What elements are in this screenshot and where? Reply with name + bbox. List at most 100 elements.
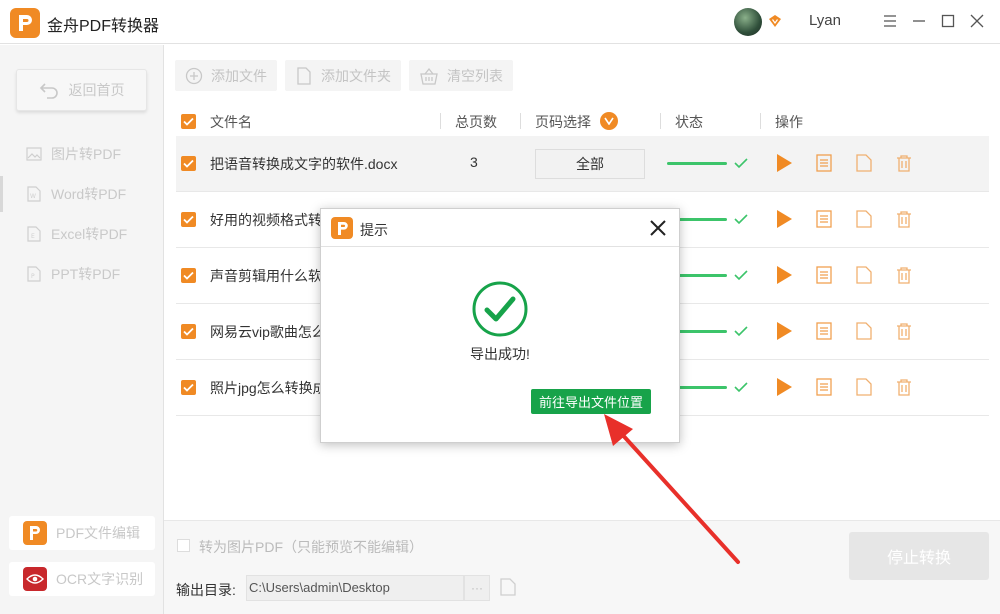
progress-bar (667, 162, 727, 165)
sidebar-item-ppt-to-pdf[interactable]: P PPT转PDF (0, 254, 164, 294)
header-divider (520, 113, 521, 129)
header-divider (760, 113, 761, 129)
document-icon[interactable] (813, 264, 835, 286)
success-message: 导出成功! (470, 346, 530, 362)
header-page-select: 页码选择 (535, 114, 591, 130)
header-file-name: 文件名 (210, 114, 252, 130)
back-home-label: 返回首页 (68, 82, 125, 98)
maximize-icon[interactable] (939, 12, 957, 30)
minimize-icon[interactable] (910, 12, 928, 30)
play-icon[interactable] (773, 264, 795, 286)
stop-convert-button[interactable]: 停止转换 (849, 532, 989, 580)
play-icon[interactable] (773, 376, 795, 398)
play-icon[interactable] (773, 320, 795, 342)
document-icon[interactable] (813, 208, 835, 230)
sidebar-item-word-to-pdf[interactable]: W Word转PDF (0, 174, 164, 214)
file-icon[interactable] (853, 152, 875, 174)
table-header: 文件名 总页数 页码选择 状态 操作 (164, 106, 1000, 136)
done-check-icon (734, 156, 748, 172)
total-pages: 3 (470, 154, 478, 170)
basket-icon (420, 67, 438, 85)
file-icon[interactable] (853, 376, 875, 398)
row-checkbox[interactable] (181, 212, 196, 227)
add-folder-button[interactable]: 添加文件夹 (285, 60, 401, 91)
footer-panel: 转为图片PDF（只能预览不能编辑） 输出目录: C:\Users\admin\D… (164, 520, 1000, 614)
ocr-label: OCR文字识别 (56, 571, 144, 587)
output-path-field[interactable]: C:\Users\admin\Desktop (246, 575, 464, 601)
file-icon (297, 66, 311, 85)
add-circle-icon (185, 67, 203, 84)
sidebar: 返回首页 图片转PDF W Word转PDF E Excel转PDF P PPT… (0, 45, 164, 614)
pdf-edit-icon (23, 521, 47, 545)
clear-list-button[interactable]: 清空列表 (409, 60, 513, 91)
word-icon: W (26, 186, 42, 202)
dialog-header: 提示 (321, 209, 679, 247)
file-name: 声音剪辑用什么软 (210, 268, 322, 284)
username[interactable]: Lyan (809, 12, 841, 29)
row-checkbox[interactable] (181, 324, 196, 339)
row-checkbox[interactable] (181, 268, 196, 283)
header-actions: 操作 (775, 114, 803, 130)
sidebar-item-label: PPT转PDF (51, 266, 121, 282)
excel-icon: E (26, 226, 42, 242)
clear-list-label: 清空列表 (447, 67, 503, 84)
header-total-pages: 总页数 (455, 114, 497, 130)
header-status: 状态 (675, 114, 703, 130)
file-icon[interactable] (853, 320, 875, 342)
image-pdf-label: 转为图片PDF（只能预览不能编辑） (199, 539, 423, 555)
svg-text:E: E (31, 233, 35, 240)
trash-icon[interactable] (893, 264, 915, 286)
avatar[interactable] (734, 8, 762, 36)
done-check-icon (734, 212, 748, 228)
play-icon[interactable] (773, 208, 795, 230)
add-folder-label: 添加文件夹 (321, 67, 391, 84)
play-icon[interactable] (773, 152, 795, 174)
done-check-icon (734, 324, 748, 340)
add-file-button[interactable]: 添加文件 (175, 60, 277, 91)
document-icon[interactable] (813, 376, 835, 398)
file-icon[interactable] (853, 208, 875, 230)
app-logo-icon (331, 217, 353, 239)
dialog-close-icon[interactable] (649, 219, 667, 237)
trash-icon[interactable] (893, 208, 915, 230)
browse-button[interactable]: ··· (464, 575, 490, 601)
success-check-icon (472, 281, 528, 337)
document-icon[interactable] (813, 152, 835, 174)
open-folder-icon[interactable] (499, 578, 517, 599)
pdf-edit-label: PDF文件编辑 (56, 525, 140, 541)
row-checkbox[interactable] (181, 380, 196, 395)
done-check-icon (734, 268, 748, 284)
back-home-button[interactable]: 返回首页 (16, 69, 147, 111)
menu-icon[interactable] (881, 12, 899, 30)
vip-badge-icon (768, 14, 782, 28)
app-logo-icon (10, 8, 40, 38)
close-icon[interactable] (968, 12, 986, 30)
trash-icon[interactable] (893, 320, 915, 342)
add-file-label: 添加文件 (211, 67, 267, 84)
file-icon[interactable] (853, 264, 875, 286)
pdf-edit-button[interactable]: PDF文件编辑 (9, 516, 155, 550)
sidebar-item-label: Excel转PDF (51, 226, 128, 242)
sidebar-item-label: Word转PDF (51, 186, 127, 202)
sidebar-item-excel-to-pdf[interactable]: E Excel转PDF (0, 214, 164, 254)
ppt-icon: P (26, 266, 42, 282)
select-all-checkbox[interactable] (181, 114, 196, 129)
table-row[interactable]: 把语音转换成文字的软件.docx 3 全部 (176, 136, 989, 192)
page-select-button[interactable]: 全部 (535, 149, 645, 179)
vip-v-icon[interactable] (600, 112, 618, 130)
svg-text:W: W (30, 193, 36, 200)
svg-text:P: P (31, 273, 35, 280)
row-checkbox[interactable] (181, 156, 196, 171)
dialog-title: 提示 (360, 222, 388, 238)
ocr-button[interactable]: OCR文字识别 (9, 562, 155, 596)
app-title: 金舟PDF转换器 (47, 18, 160, 35)
title-bar: 金舟PDF转换器 Lyan (0, 0, 1000, 44)
goto-export-location-button[interactable]: 前往导出文件位置 (531, 389, 651, 414)
document-icon[interactable] (813, 320, 835, 342)
image-pdf-checkbox[interactable] (177, 539, 190, 552)
file-name: 网易云vip歌曲怎么 (210, 324, 326, 340)
trash-icon[interactable] (893, 152, 915, 174)
trash-icon[interactable] (893, 376, 915, 398)
success-dialog: 提示 导出成功! 前往导出文件位置 (320, 208, 680, 443)
sidebar-item-image-to-pdf[interactable]: 图片转PDF (0, 134, 164, 174)
